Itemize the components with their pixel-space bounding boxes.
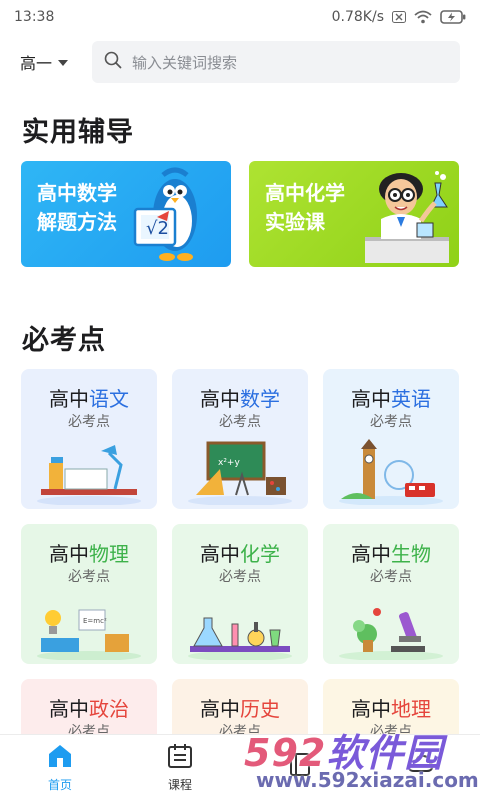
subject-card-subtitle: 必考点 [219,414,261,430]
subject-card-title: 高中政治 [21,693,157,722]
subject-card-title: 高中物理 [21,538,157,567]
nav-courses-label: 课程 [167,777,192,792]
subject-card-prefix: 高中 [200,387,240,411]
status-bar: 13:38 0.78K/s [0,0,480,34]
subject-illustration [337,439,445,509]
subject-card-title: 高中语文 [21,383,157,412]
subject-card-subject: 化学 [240,542,280,566]
nav-home-label: 首页 [47,777,72,792]
nav-home[interactable]: 首页 [12,743,108,793]
subject-card-subtitle: 必考点 [68,569,110,585]
top-bar: 高一 输入关键词搜索 [0,40,480,84]
chevron-down-icon [58,60,69,66]
subject-card[interactable]: 高中物理必考点 E=mc² [21,524,157,664]
subject-card-prefix: 高中 [49,542,89,566]
watermark-url: www.592xiazai.com [256,768,479,792]
chemistry-lab-banner[interactable]: 高中化学 实验课 [249,161,459,267]
subject-card-prefix: 高中 [49,387,89,411]
network-speed: 0.78K/s [331,9,384,25]
subject-card-title: 高中化学 [172,538,308,567]
subject-illustration: x²+y [186,439,294,509]
calendar-icon [166,743,194,772]
subject-card-prefix: 高中 [200,542,240,566]
grade-selector[interactable]: 高一 [20,50,92,74]
svg-text:x²+y: x²+y [218,458,240,468]
subject-card-subject: 物理 [89,542,129,566]
tutoring-section-title: 实用辅导 [22,117,134,148]
home-icon [46,743,74,772]
search-placeholder: 输入关键词搜索 [132,53,238,72]
subject-card-subject: 生物 [391,542,431,566]
subject-card[interactable]: 高中化学必考点 [172,524,308,664]
subject-illustration [186,594,294,664]
subject-card-subject: 政治 [89,697,129,721]
subject-card-prefix: 高中 [351,542,391,566]
status-time: 13:38 [14,9,55,25]
svg-text:E=mc²: E=mc² [83,617,107,625]
math-methods-banner[interactable]: 高中数学 解题方法 √2 [21,161,231,267]
subject-card-title: 高中英语 [323,383,459,412]
subject-card-subtitle: 必考点 [370,414,412,430]
subject-card-subject: 语文 [89,387,129,411]
status-indicators: 0.78K/s [332,9,466,25]
subject-illustration: E=mc² [35,594,143,664]
subject-card[interactable]: 高中生物必考点 [323,524,459,664]
subject-illustration [35,439,143,509]
subject-card[interactable]: 高中数学必考点 x²+y [172,369,308,509]
subject-card-prefix: 高中 [49,697,89,721]
subject-card-prefix: 高中 [351,387,391,411]
subject-card[interactable]: 高中英语必考点 [323,369,459,509]
subject-card-subtitle: 必考点 [219,569,261,585]
search-input[interactable]: 输入关键词搜索 [92,41,460,83]
subject-card-subject: 数学 [240,387,280,411]
subject-illustration [337,594,445,664]
scientist-illustration [355,163,455,267]
subject-card-subtitle: 必考点 [68,414,110,430]
grade-label: 高一 [20,54,53,73]
search-icon [104,51,122,73]
subject-card-subject: 英语 [391,387,431,411]
site-watermark: 592软件园 www.592xiazai.com [230,718,480,800]
subject-card-title: 高中数学 [172,383,308,412]
penguin-mascot-illustration: √2 [127,165,223,267]
svg-text:√2: √2 [146,218,169,239]
sim-off-icon [392,11,406,23]
nav-courses[interactable]: 课程 [132,743,228,793]
subject-card-subtitle: 必考点 [370,569,412,585]
wifi-icon [414,10,432,24]
battery-charging-icon [440,10,466,24]
subject-card-title: 高中生物 [323,538,459,567]
key-points-section-title: 必考点 [22,325,106,356]
subject-card[interactable]: 高中语文必考点 [21,369,157,509]
